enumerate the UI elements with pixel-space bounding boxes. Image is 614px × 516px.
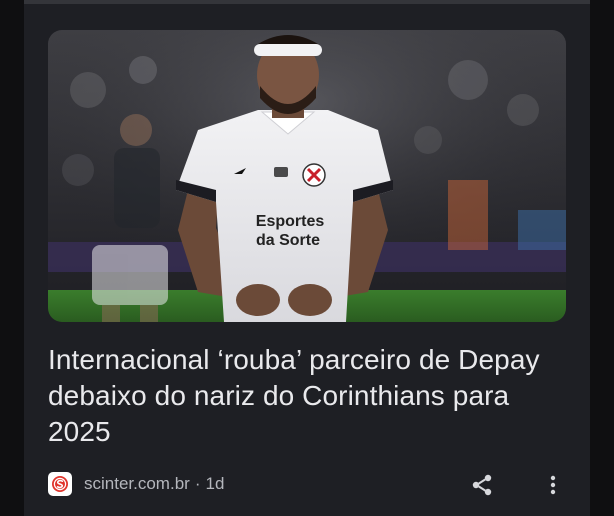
article-image[interactable]: Esportes da Sorte <box>48 30 566 322</box>
article-age: 1d <box>205 474 225 493</box>
article-headline[interactable]: Internacional ‘rouba’ parceiro de Depay … <box>48 342 568 450</box>
football-player-photo: Esportes da Sorte <box>48 30 566 322</box>
news-card[interactable]: Esportes da Sorte Internacional ‘rouba’ … <box>24 0 590 516</box>
sponsor-text-line2: da Sorte <box>256 232 320 249</box>
share-icon <box>472 474 492 496</box>
scinter-logo-icon <box>48 472 72 496</box>
article-source-row: scinter.com.br · 1d <box>48 471 224 497</box>
more-vertical-icon <box>550 475 556 495</box>
sponsor-text-line1: Esportes <box>256 213 325 230</box>
share-button[interactable] <box>467 470 497 500</box>
meta-separator: · <box>194 474 201 493</box>
more-options-button[interactable] <box>538 470 568 500</box>
source-name[interactable]: scinter.com.br <box>84 474 190 494</box>
